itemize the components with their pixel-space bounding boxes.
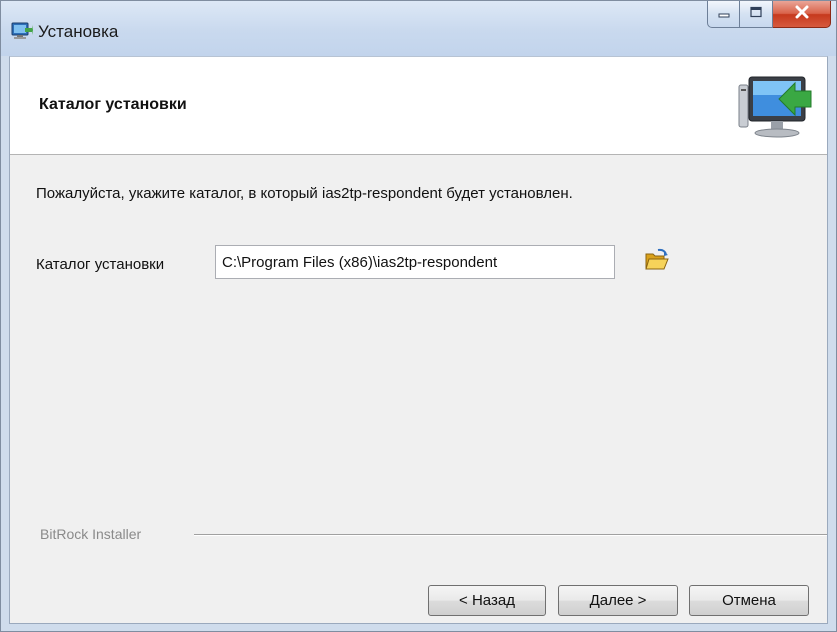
maximize-button[interactable] (740, 1, 773, 28)
window-title: Установка (38, 22, 119, 41)
brand-divider (194, 534, 827, 536)
page-title: Каталог установки (39, 96, 187, 113)
installer-computer-icon (11, 22, 33, 40)
computer-install-arrow-icon (735, 71, 813, 141)
folder-open-icon (644, 248, 670, 277)
close-icon (794, 5, 810, 24)
title-bar[interactable]: Установка (1, 1, 836, 56)
installer-window: Установка Каталог установки Пожалуйста, … (0, 0, 837, 632)
browse-button[interactable] (640, 247, 674, 277)
minimize-icon (717, 5, 731, 23)
back-button[interactable]: < Назад (428, 585, 546, 616)
page-header: Каталог установки (10, 57, 827, 155)
minimize-button[interactable] (707, 1, 740, 28)
install-dir-input[interactable] (215, 245, 615, 279)
brand-label: BitRock Installer (40, 526, 156, 542)
maximize-icon (749, 5, 763, 23)
brand-separator: BitRock Installer (34, 524, 827, 544)
cancel-button[interactable]: Отмена (689, 585, 809, 616)
client-area: Каталог установки Пожалуйста, укажите ка… (9, 56, 828, 624)
close-button[interactable] (773, 1, 831, 28)
next-button[interactable]: Далее > (558, 585, 678, 616)
instruction-text: Пожалуйста, укажите каталог, в который i… (36, 185, 573, 202)
install-dir-label: Каталог установки (36, 256, 165, 273)
window-controls (707, 1, 831, 29)
